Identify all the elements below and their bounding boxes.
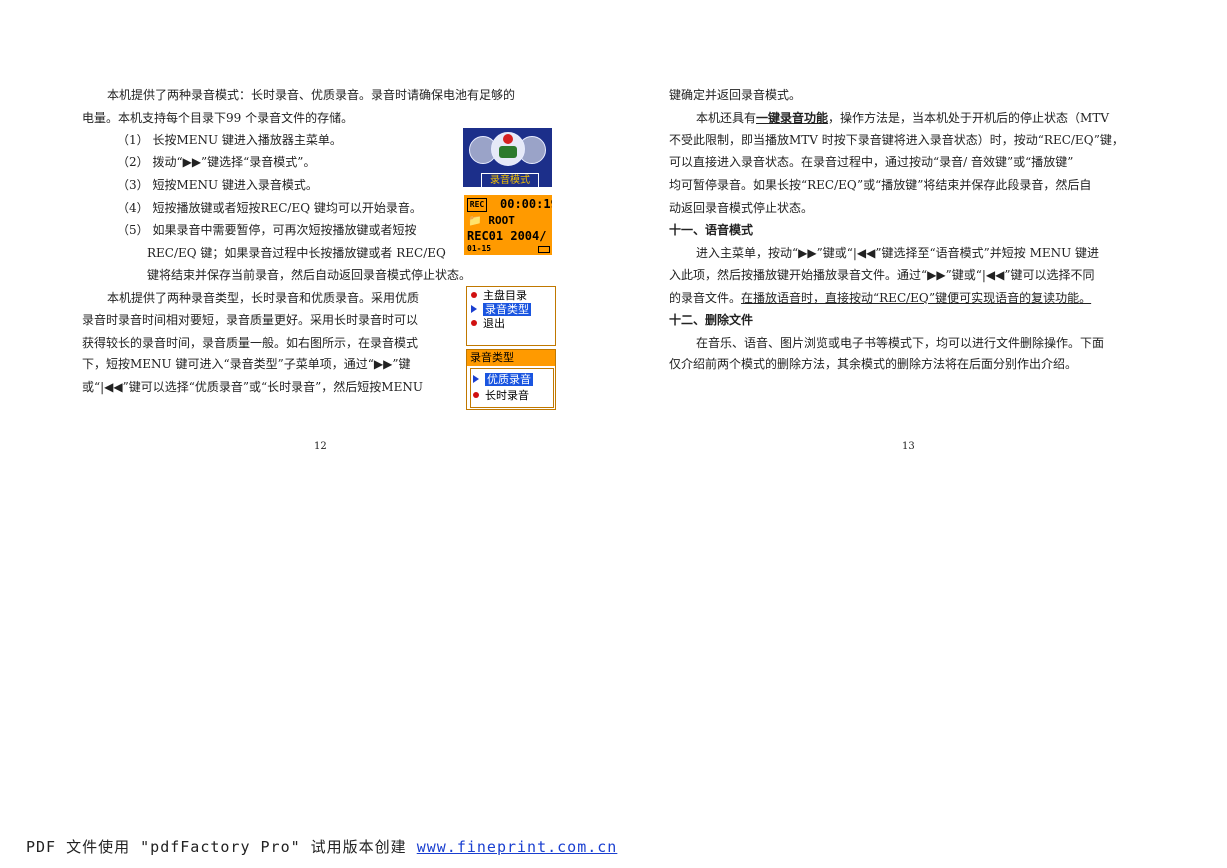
left-step-3: （3） 短按MENU 键进入录音模式。 — [117, 178, 318, 192]
left-step-1: （1） 长按MENU 键进入播放器主菜单。 — [117, 133, 342, 147]
menu-item: 长时录音 — [473, 389, 529, 402]
left-step-5c: 键将结束并保存当前录音，然后自动返回录音模式停止状态。 — [147, 268, 472, 282]
right-page-number: 13 — [902, 441, 915, 452]
right-para2-line1: 进入主菜单，按动“▶▶”键或“|◀◀”键选择至“语音模式”并短按 MENU 键进 — [696, 246, 1100, 260]
record-type-header: 录音类型 — [467, 350, 555, 366]
bullet-icon — [473, 392, 479, 398]
rec-time: 00:00:19 — [500, 197, 552, 211]
record-type-menu-image: 录音类型 优质录音 长时录音 — [466, 349, 556, 410]
right-para3-line2: 仅介绍前两个模式的删除方法，其余模式的删除方法将在后面分别作出介绍。 — [669, 357, 1078, 371]
menu-item-selected: 优质录音 — [473, 373, 533, 386]
pointer-icon — [471, 305, 477, 313]
right-para2-line3: 的录音文件。在播放语音时，直接按动“REC/EQ”键便可实现语音的复读功能。 — [669, 291, 1092, 305]
right-para1-line2: 不受此限制，即当播放MTV 时按下录音键将进入录音状态）时，按动“REC/EQ”… — [669, 133, 1124, 147]
record-type-list: 优质录音 长时录音 — [470, 368, 554, 408]
person-icon — [499, 146, 517, 158]
record-dot-icon — [503, 134, 513, 144]
left-step-2: （2） 拨动“▶▶”键选择“录音模式”。 — [117, 155, 316, 169]
record-mode-label: 录音模式 — [481, 173, 539, 187]
right-para3-line1: 在音乐、语音、图片浏览或电子书等模式下，均可以进行文件删除操作。下面 — [696, 336, 1105, 350]
left-step-5a: （5） 如果录音中需要暂停，可再次短按播放键或者短按 — [117, 223, 417, 237]
section-heading-voice-mode: 十一、语音模式 — [669, 223, 754, 237]
rec-number: 01-15 — [467, 244, 492, 253]
left-page-number: 12 — [314, 441, 327, 452]
battery-icon — [538, 246, 550, 253]
record-mode-menu-image: 录音模式 — [463, 128, 552, 187]
bullet-icon — [471, 292, 477, 298]
menu-item-selected: 录音类型 — [471, 303, 531, 316]
right-para1-line4: 均可暂停录音。如果长按“REC/EQ”或“播放键”将结束并保存此段录音，然后自 — [669, 178, 1092, 192]
rec-icon: REC — [467, 198, 487, 212]
left-para2-line4: 下，短按MENU 键可进入“录音类型”子菜单项，通过“▶▶”键 — [82, 357, 411, 371]
recording-screen-image: REC 00:00:19 📁 ROOT REC01 2004/ 01-15 — [464, 195, 552, 255]
menu-item: 退出 — [471, 317, 505, 330]
right-line-1: 键确定并返回录音模式。 — [669, 88, 802, 102]
pointer-icon — [473, 375, 479, 383]
bullet-icon — [471, 320, 477, 326]
left-para1-line2: 电量。本机支持每个目录下99 个录音文件的存储。 — [82, 111, 354, 125]
left-para2-line3: 获得较长的录音时间，录音质量一般。如右图所示，在录音模式 — [82, 336, 419, 350]
left-para1-line1: 本机提供了两种录音模式：长时录音、优质录音。录音时请确保电池有足够的 — [107, 88, 516, 102]
left-step-5b: REC/EQ 键；如果录音过程中长按播放键或者 REC/EQ — [147, 246, 446, 260]
left-para2-line2: 录音时录音时间相对要短，录音质量更好。采用长时录音时可以 — [82, 313, 419, 327]
section-heading-delete-files: 十二、删除文件 — [669, 313, 754, 327]
left-para2-line1: 本机提供了两种录音类型，长时录音和优质录音。采用优质 — [107, 291, 420, 305]
right-para1-line5: 动返回录音模式停止状态。 — [669, 201, 814, 215]
right-para1-line3: 可以直接进入录音状态。在录音过程中，通过按动“录音/ 音效键”或“播放键” — [669, 155, 1074, 169]
left-step-4: （4） 短按播放键或者短按REC/EQ 键均可以开始录音。 — [117, 201, 422, 215]
left-para2-line5: 或“|◀◀”键可以选择“优质录音”或“长时录音”，然后短按MENU — [82, 380, 423, 394]
footer-text: PDF 文件使用 "pdfFactory Pro" 试用版本创建 — [26, 838, 407, 856]
rec-file: REC01 2004/ — [467, 229, 547, 243]
menu-item: 主盘目录 — [471, 289, 527, 302]
right-para2-line2: 入此项，然后按播放键开始播放录音文件。通过“▶▶”键或“|◀◀”键可以选择不同 — [669, 268, 1095, 282]
pdf-footer: PDF 文件使用 "pdfFactory Pro" 试用版本创建 www.fin… — [26, 836, 617, 857]
main-menu-image: 主盘目录 录音类型 退出 — [466, 286, 556, 346]
footer-link[interactable]: www.fineprint.com.cn — [417, 838, 618, 856]
right-para1-line1: 本机还具有一键录音功能，操作方法是，当本机处于开机后的停止状态（MTV — [696, 111, 1109, 125]
rec-folder: 📁 ROOT — [468, 214, 515, 227]
